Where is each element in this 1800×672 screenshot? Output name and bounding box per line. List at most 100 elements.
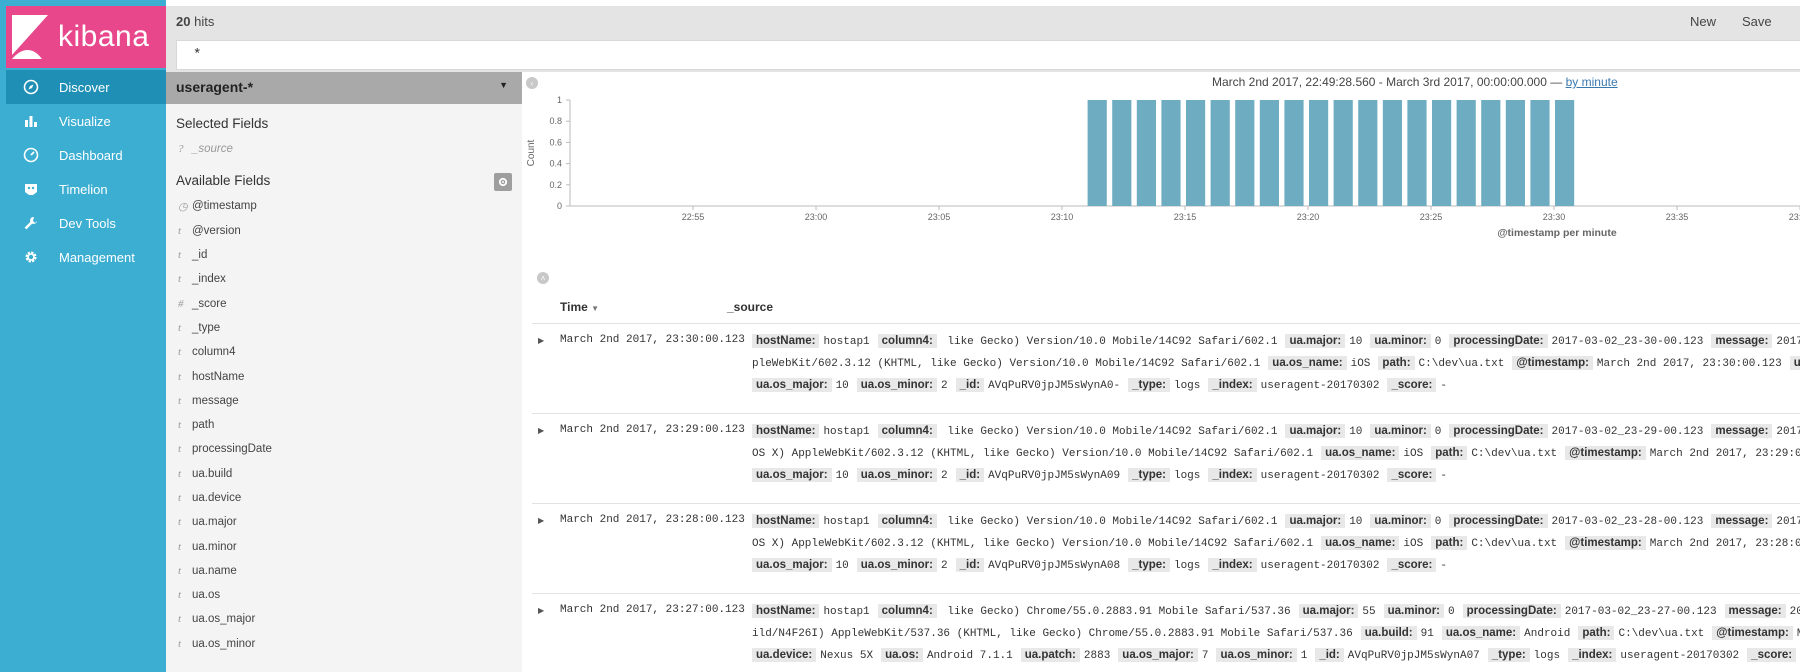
- source-key: @timestamp:: [1712, 626, 1793, 640]
- field-item[interactable]: ◷ @timestamp: [166, 194, 522, 218]
- expand-row-icon[interactable]: ▶: [538, 606, 544, 615]
- row-time: March 2nd 2017, 23:28:00.123: [560, 514, 745, 526]
- field-item[interactable]: t ua.name: [166, 559, 522, 583]
- source-value: hostap1: [823, 516, 870, 528]
- collapse-sidebar-icon[interactable]: ‹: [526, 77, 538, 89]
- table-row[interactable]: ▶ March 2nd 2017, 23:28:00.123 hostName: ho…: [532, 504, 1800, 594]
- histogram-bar: [1161, 100, 1181, 206]
- nav-item-dashboard[interactable]: Dashboard: [6, 138, 166, 172]
- source-key: ua.minor:: [1370, 514, 1431, 528]
- interval-link[interactable]: by minute: [1566, 75, 1618, 89]
- source-value: logs: [1173, 470, 1201, 482]
- field-type-icon: t: [178, 443, 182, 456]
- expand-row-icon[interactable]: ▶: [538, 426, 544, 435]
- field-item[interactable]: t _id: [166, 243, 522, 267]
- new-button[interactable]: New: [1690, 14, 1716, 29]
- field-type-icon: t: [178, 346, 182, 359]
- source-line: ua.device: Nexus 5X ua.os: Android 7.1.1 ua.…: [752, 644, 1800, 666]
- source-key: ua.os_major:: [1118, 648, 1198, 662]
- source-key: ua.os_major:: [752, 558, 832, 572]
- source-value: iOS: [1350, 358, 1371, 370]
- field-item[interactable]: t message: [166, 389, 522, 413]
- source-key: ua.major:: [1285, 334, 1346, 348]
- histogram-bar: [1530, 100, 1550, 206]
- nav-item-management[interactable]: Management: [6, 240, 166, 274]
- field-item[interactable]: t @version: [166, 219, 522, 243]
- source-value: 2017-03-02_23-30-00.123: [1551, 336, 1704, 348]
- source-key: ua.os_name:: [1441, 626, 1521, 640]
- source-value: 2017-03-02_23-27-00.123: [1564, 606, 1717, 618]
- source-value: March 2nd 2017, 23:29:00.12: [1649, 448, 1800, 460]
- field-name: _type: [192, 321, 221, 334]
- source-key: _id:: [1315, 648, 1344, 662]
- available-fields-header: Available Fields: [166, 161, 522, 194]
- source-value: useragent-20170302: [1620, 650, 1740, 662]
- hits-label: hits: [194, 14, 215, 29]
- nav-item-timelion[interactable]: Timelion: [6, 172, 166, 206]
- nav-item-discover[interactable]: Discover: [6, 70, 166, 104]
- source-column-header: _source: [727, 300, 774, 314]
- source-key: message:: [1711, 334, 1773, 348]
- main-content: ‹ March 2nd 2017, 22:49:28.560 - March 3…: [522, 72, 1800, 672]
- sort-down-icon: ▼: [591, 304, 600, 313]
- y-axis-label: Count: [526, 139, 537, 166]
- source-key: processingDate:: [1449, 514, 1548, 528]
- field-item[interactable]: t _type: [166, 316, 522, 340]
- field-item[interactable]: t ua.device: [166, 486, 522, 510]
- available-fields-title: Available Fields: [176, 173, 271, 189]
- source-key: hostName:: [752, 424, 820, 438]
- field-item[interactable]: t column4: [166, 340, 522, 364]
- source-value: 10: [1349, 516, 1363, 528]
- expand-row-icon[interactable]: ▶: [538, 336, 544, 345]
- time-column-header[interactable]: Time ▼: [560, 300, 599, 314]
- kibana-logo-icon: [12, 15, 48, 59]
- field-item[interactable]: # _score: [166, 291, 522, 315]
- field-item[interactable]: t ua.minor: [166, 534, 522, 558]
- collapse-chart-icon[interactable]: ˄: [537, 272, 549, 284]
- row-source: hostName: hostap1 column4: like Gecko) Ver…: [752, 330, 1800, 396]
- nav-item-label: Dashboard: [59, 147, 123, 163]
- table-row[interactable]: ▶ March 2nd 2017, 23:27:00.123 hostName: ho…: [532, 594, 1800, 672]
- field-item[interactable]: t ua.os: [166, 583, 522, 607]
- source-value: Android: [1524, 628, 1571, 640]
- field-item[interactable]: t ua.major: [166, 510, 522, 534]
- nav-item-dev-tools[interactable]: Dev Tools: [6, 206, 166, 240]
- source-key: path:: [1431, 536, 1468, 550]
- field-name: message: [192, 394, 239, 407]
- field-type-icon: t: [178, 467, 182, 480]
- field-item[interactable]: t ua.os_major: [166, 607, 522, 631]
- source-value: like Gecko) Chrome/55.0.2883.91 Mobile S…: [940, 606, 1291, 618]
- source-key: ua.minor:: [1370, 424, 1431, 438]
- field-item[interactable]: t _index: [166, 267, 522, 291]
- table-row[interactable]: ▶ March 2nd 2017, 23:30:00.123 hostName: ho…: [532, 324, 1800, 414]
- field-item[interactable]: ? _source: [166, 137, 522, 161]
- nav-item-label: Management: [59, 249, 135, 265]
- table-row[interactable]: ▶ March 2nd 2017, 23:29:00.123 hostName: ho…: [532, 414, 1800, 504]
- source-value: AVqPuRV0jpJM5sWynA07: [1347, 650, 1480, 662]
- save-button[interactable]: Save: [1742, 14, 1772, 29]
- source-key: ua.patch:: [1020, 648, 1080, 662]
- y-tick-label: 0.8: [549, 116, 562, 126]
- index-pattern-selector[interactable]: useragent-* ▼: [166, 72, 522, 104]
- kibana-logo[interactable]: kibana: [6, 6, 166, 68]
- field-item[interactable]: t ua.os_minor: [166, 632, 522, 656]
- source-key: processingDate:: [1449, 424, 1548, 438]
- field-settings-button[interactable]: [494, 173, 512, 192]
- source-key: ua.os_minor:: [856, 558, 937, 572]
- x-tick-label: 23:15: [1174, 212, 1197, 222]
- x-tick-label: 23:40: [1789, 212, 1800, 222]
- time-range: March 2nd 2017, 22:49:28.560 - March 3rd…: [1212, 75, 1618, 89]
- field-item[interactable]: t hostName: [166, 364, 522, 388]
- nav-item-label: Visualize: [59, 113, 111, 129]
- field-type-icon: t: [178, 492, 182, 504]
- nav-item-visualize[interactable]: Visualize: [6, 104, 166, 138]
- field-item[interactable]: t processingDate: [166, 437, 522, 461]
- field-type-icon: ◷: [178, 200, 188, 213]
- field-item[interactable]: t path: [166, 413, 522, 437]
- query-input[interactable]: *: [176, 40, 1800, 70]
- field-item[interactable]: t ua.build: [166, 462, 522, 486]
- source-key: @timestamp:: [1565, 536, 1646, 550]
- expand-row-icon[interactable]: ▶: [538, 516, 544, 525]
- source-value: 2017-: [1776, 336, 1800, 348]
- source-value: 20: [1789, 606, 1800, 618]
